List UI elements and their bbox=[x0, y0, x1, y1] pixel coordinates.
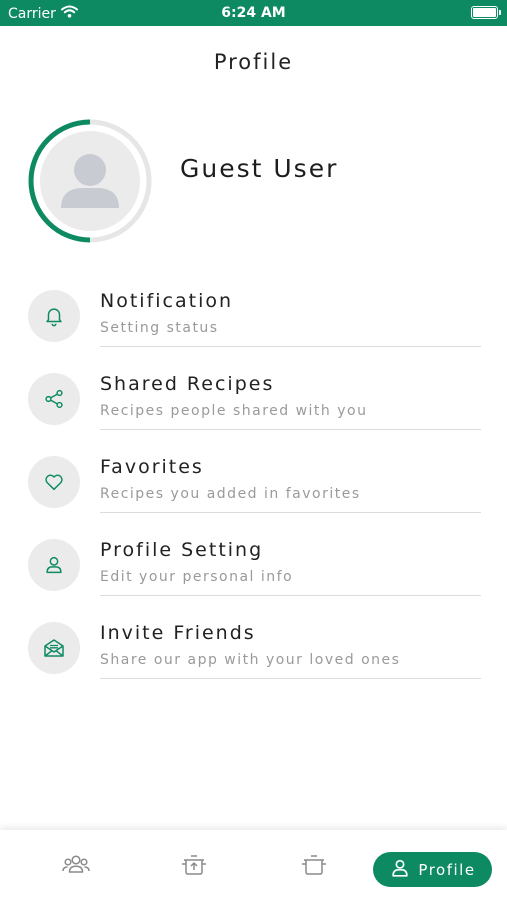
mail-icon bbox=[28, 622, 80, 674]
profile-icon bbox=[389, 857, 411, 883]
menu-item-subtitle: Edit your personal info bbox=[100, 569, 294, 585]
menu-item-title: Shared Recipes bbox=[100, 373, 275, 395]
menu-item-favorites[interactable]: Favorites Recipes you added in favorites bbox=[0, 450, 507, 533]
menu-item-subtitle: Recipes you added in favorites bbox=[100, 486, 361, 502]
menu-item-title: Profile Setting bbox=[100, 539, 264, 561]
status-time: 6:24 AM bbox=[221, 5, 286, 21]
battery-icon bbox=[471, 6, 501, 19]
divider bbox=[100, 512, 481, 513]
user-name: Guest User bbox=[180, 154, 339, 183]
tab-profile-label: Profile bbox=[418, 860, 476, 879]
divider bbox=[100, 346, 481, 347]
tab-community[interactable] bbox=[58, 850, 94, 884]
menu-item-subtitle: Setting status bbox=[100, 320, 219, 336]
divider bbox=[100, 678, 481, 679]
menu-item-subtitle: Share our app with your loved ones bbox=[100, 652, 401, 668]
community-icon bbox=[61, 852, 91, 882]
tab-cooking[interactable] bbox=[296, 850, 332, 884]
menu-item-notification[interactable]: Notification Setting status bbox=[0, 284, 507, 367]
menu-item-profile-setting[interactable]: Profile Setting Edit your personal info bbox=[0, 533, 507, 616]
heart-icon bbox=[28, 456, 80, 508]
share-icon bbox=[28, 373, 80, 425]
menu-item-title: Invite Friends bbox=[100, 622, 256, 644]
menu-item-shared-recipes[interactable]: Shared Recipes Recipes people shared wit… bbox=[0, 367, 507, 450]
avatar-progress-ring bbox=[28, 119, 152, 243]
page-title: Profile bbox=[213, 50, 294, 74]
status-bar: Carrier 6:24 AM bbox=[0, 0, 507, 26]
divider bbox=[100, 595, 481, 596]
menu-item-invite-friends[interactable]: Invite Friends Share our app with your l… bbox=[0, 616, 507, 699]
add-recipe-pot-icon bbox=[179, 851, 209, 883]
user-icon bbox=[28, 539, 80, 591]
tab-bar: Profile bbox=[0, 830, 507, 900]
tab-add-recipe[interactable] bbox=[176, 850, 212, 884]
divider bbox=[100, 429, 481, 430]
menu-item-subtitle: Recipes people shared with you bbox=[100, 403, 368, 419]
menu-item-title: Notification bbox=[100, 290, 234, 312]
tab-profile[interactable]: Profile bbox=[373, 852, 492, 887]
menu-item-title: Favorites bbox=[100, 456, 204, 478]
avatar[interactable] bbox=[27, 118, 153, 244]
bell-icon bbox=[28, 290, 80, 342]
cooking-pot-icon bbox=[299, 851, 329, 883]
